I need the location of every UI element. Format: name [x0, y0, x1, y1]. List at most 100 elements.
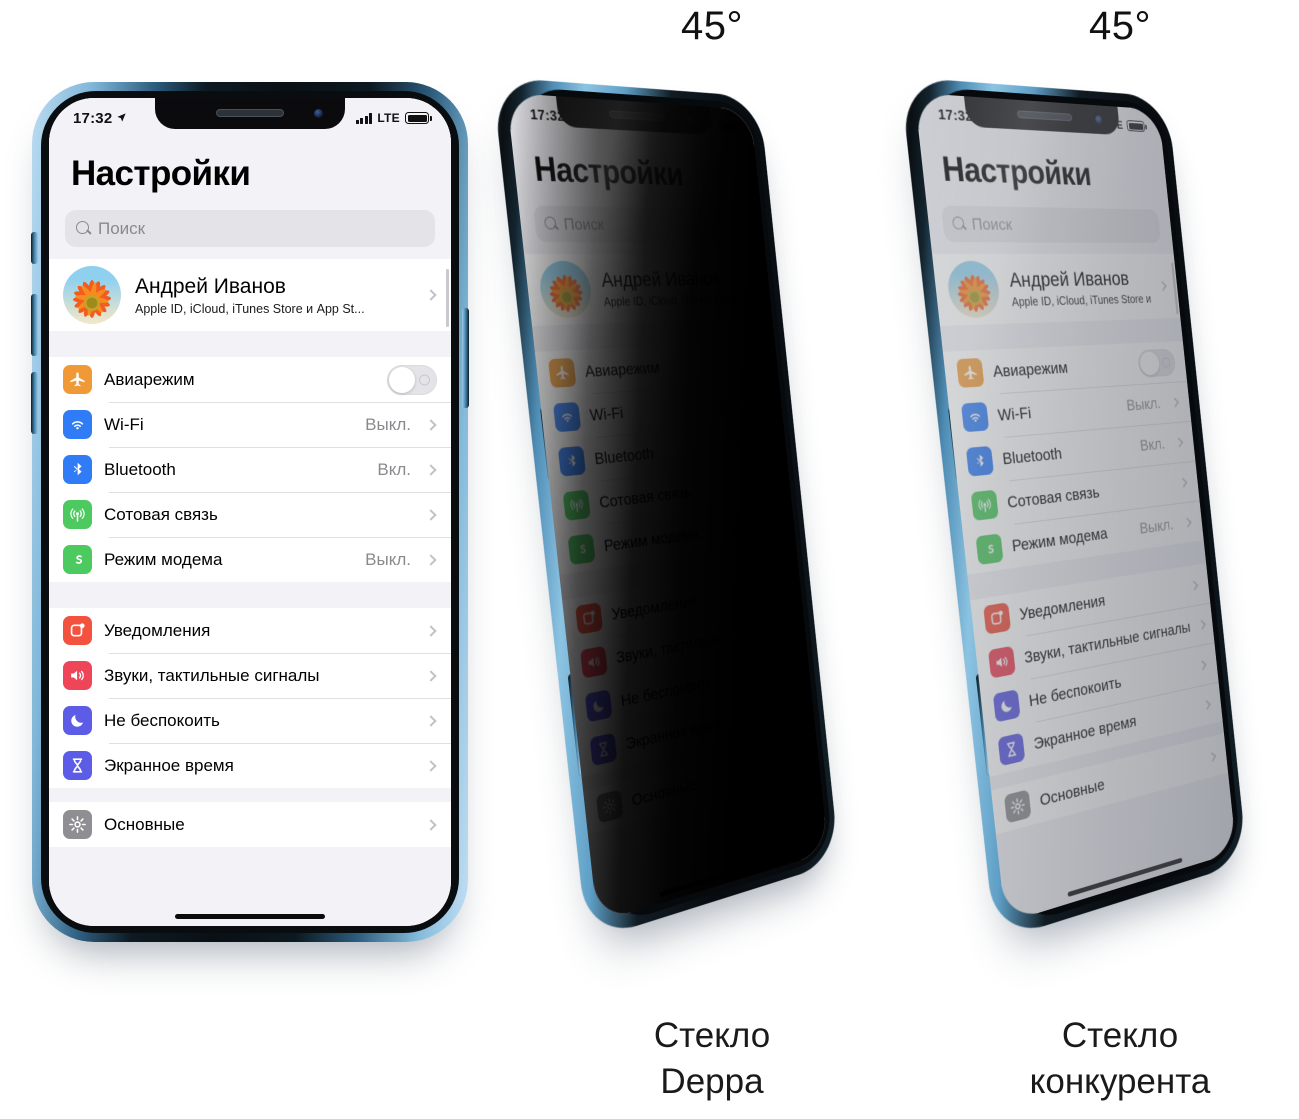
toggle-knob — [1139, 351, 1161, 376]
list-item[interactable]: Wi-Fi Выкл. — [49, 402, 451, 447]
chevron-right-icon — [1208, 752, 1216, 762]
list-item[interactable]: Экранное время — [49, 743, 451, 788]
moon-icon — [585, 689, 613, 722]
chevron-right-icon — [790, 619, 798, 629]
gear-icon — [596, 789, 624, 823]
volume-down-button[interactable] — [31, 372, 38, 434]
cellular-icon — [563, 490, 591, 521]
caption-deppa-line1: Стекло — [552, 1013, 872, 1059]
status-bar-time: 17:32 — [73, 110, 112, 127]
scrollbar[interactable] — [446, 269, 449, 327]
search-input[interactable]: Поиск — [65, 210, 435, 247]
chevron-right-icon — [1171, 397, 1179, 407]
chevron-right-icon — [425, 819, 436, 830]
list-item[interactable]: Bluetooth Вкл. — [49, 447, 451, 492]
gear-icon — [1004, 789, 1032, 823]
search-area: Поиск — [926, 195, 1174, 254]
search-icon — [544, 216, 559, 231]
comparison-figure: 45° 45° 17:32 LTE Настройки Поиск Андрей Ива… — [0, 0, 1299, 1119]
status-bar-indicators: LTE — [356, 111, 429, 125]
status-bar-time-group: 17:32 — [73, 110, 127, 127]
front-camera-icon — [314, 109, 323, 118]
battery-full-icon — [405, 112, 429, 124]
caption-competitor-line2: конкурента — [960, 1059, 1280, 1105]
list-item[interactable]: Основные — [49, 802, 451, 847]
settings-app: 17:32LTEНастройкиПоискАндрей ИвановApple… — [506, 93, 828, 923]
search-area: Поиск — [49, 200, 451, 259]
list-item[interactable]: Не беспокоить — [49, 698, 451, 743]
chevron-right-icon — [1159, 281, 1167, 291]
chevron-right-icon — [771, 477, 779, 487]
earpiece-speaker-icon — [609, 110, 665, 121]
bluetooth-icon — [966, 446, 994, 477]
account-name: Андрей Иванов — [1008, 267, 1150, 292]
list-item[interactable]: Уведомления — [49, 608, 451, 653]
chevron-right-icon — [763, 397, 771, 407]
search-input[interactable]: Поиск — [941, 205, 1161, 243]
list-item[interactable]: Звуки, тактильные сигналы — [49, 653, 451, 698]
account-row[interactable]: Андрей Иванов Apple ID, iCloud, iTunes St… — [49, 259, 451, 331]
earpiece-speaker-icon — [1017, 110, 1073, 121]
chevron-right-icon — [425, 670, 436, 681]
sounds-icon — [988, 646, 1016, 679]
list-item-value: Выкл. — [1139, 515, 1175, 538]
volume-up-button[interactable] — [31, 294, 38, 356]
list-item-label: Авиарежим — [104, 370, 375, 390]
notifications-icon — [575, 602, 603, 634]
hotspot-icon — [568, 533, 596, 565]
list-item-label: Авиарежим — [584, 355, 723, 381]
list-item-label: Wi-Fi — [997, 397, 1119, 425]
list-item[interactable]: Авиарежим — [49, 357, 451, 402]
list-item-label: Режим модема — [1011, 521, 1132, 556]
account-name: Андрей Иванов — [135, 274, 413, 299]
search-placeholder: Поиск — [98, 219, 145, 239]
account-row[interactable]: Андрей Иванов Apple ID, iCloud, iTunes St… — [932, 254, 1180, 326]
settings-group: Авиарежим Wi-Fi Выкл. Bluetooth Вкл. Сотовая … — [943, 341, 1204, 575]
power-button[interactable] — [462, 308, 469, 408]
cellular-icon — [63, 500, 92, 529]
airplane-icon — [548, 358, 576, 388]
account-group: Андрей Иванов Apple ID, iCloud, iTunes St… — [524, 254, 772, 326]
front-camera-icon — [687, 115, 695, 124]
chevron-right-icon — [425, 419, 436, 430]
list-item-label: Основные — [104, 815, 415, 835]
list-item-label: Wi-Fi — [589, 397, 711, 425]
list-item-label: Авиарежим — [992, 355, 1131, 381]
sounds-icon — [580, 646, 608, 679]
list-item[interactable]: Сотовая связь — [49, 492, 451, 537]
list-item-value: Вкл. — [1139, 435, 1166, 455]
toggle-knob — [389, 367, 415, 393]
phone-screen: 17:32 LTE Настройки Поиск Андрей Иванов Apple… — [914, 93, 1236, 923]
battery-full-icon — [718, 120, 737, 132]
settings-app: 17:32LTEНастройкиПоискАндрей ИвановApple… — [49, 98, 451, 926]
search-icon — [76, 221, 91, 236]
search-area: Поиск — [518, 195, 766, 254]
chevron-right-icon — [1179, 477, 1187, 487]
list-item-label: Уведомления — [104, 621, 415, 641]
search-input[interactable]: Поиск — [533, 205, 753, 243]
chevron-right-icon — [751, 281, 759, 291]
cellular-icon — [971, 490, 999, 521]
home-indicator[interactable] — [175, 914, 325, 919]
list-item-label: Режим модема — [603, 521, 724, 556]
mute-switch[interactable] — [31, 232, 38, 264]
airplane-mode-toggle[interactable] — [387, 365, 437, 395]
chevron-right-icon — [1184, 517, 1192, 527]
location-arrow-icon — [116, 110, 127, 127]
airplane-mode-toggle[interactable] — [729, 348, 768, 377]
earpiece-speaker-icon — [216, 109, 284, 117]
account-row[interactable]: Андрей Иванов Apple ID, iCloud, iTunes St… — [524, 254, 772, 326]
search-placeholder: Поиск — [563, 214, 605, 234]
list-item-label: Сотовая связь — [104, 505, 415, 525]
list-item-label: Bluetooth — [104, 460, 365, 480]
chevron-right-icon — [425, 509, 436, 520]
angle-label-middle: 45° — [612, 4, 812, 49]
list-item-label: Экранное время — [104, 756, 415, 776]
chevron-right-icon — [425, 760, 436, 771]
search-placeholder: Поиск — [971, 214, 1013, 234]
list-item-label: Звуки, тактильные сигналы — [104, 666, 415, 686]
chevron-right-icon — [767, 437, 775, 447]
airplane-mode-toggle[interactable] — [1137, 348, 1176, 377]
list-item[interactable]: Режим модема Выкл. — [49, 537, 451, 582]
chevron-right-icon — [425, 625, 436, 636]
